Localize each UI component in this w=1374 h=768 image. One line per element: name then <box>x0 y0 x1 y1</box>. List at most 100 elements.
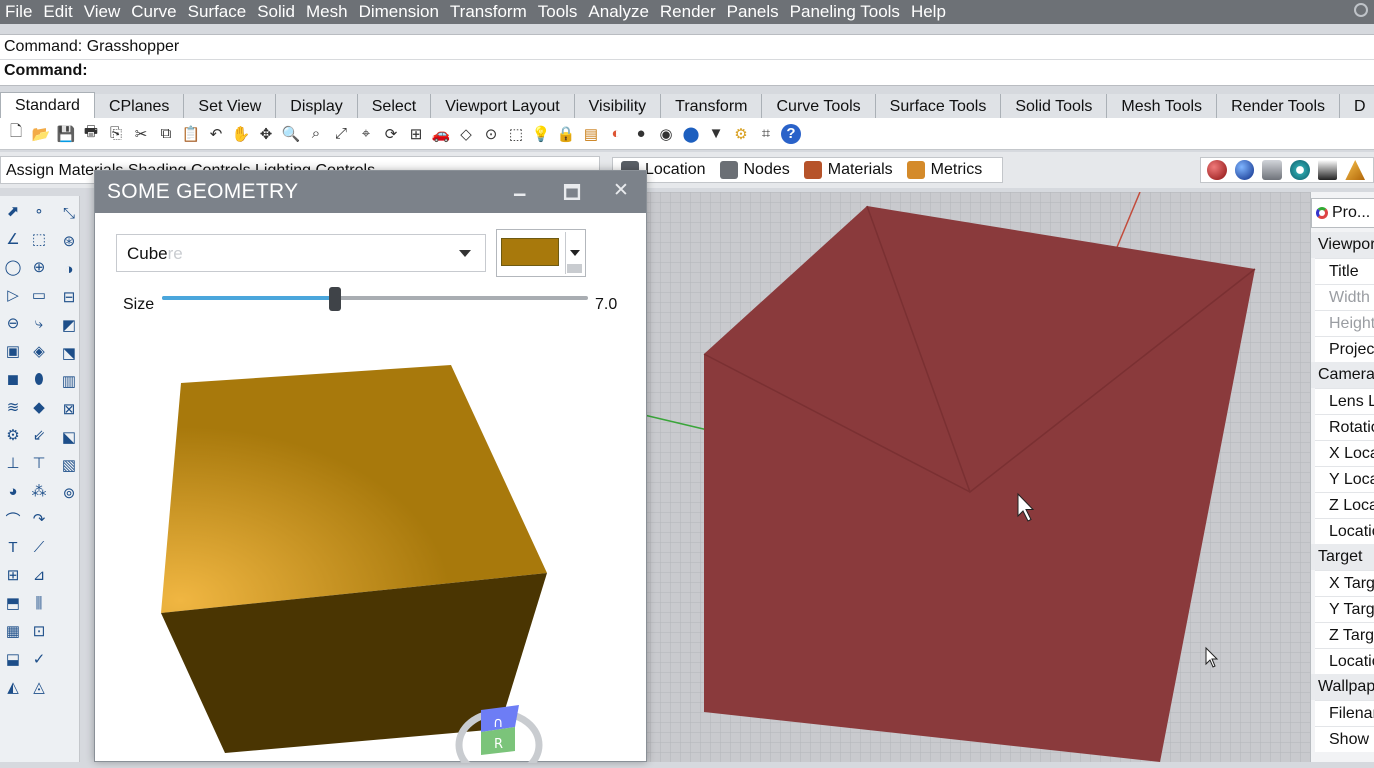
left-tool-22-icon[interactable]: ⌒ <box>2 508 24 530</box>
cone-icon[interactable] <box>1345 160 1366 180</box>
save-icon[interactable]: 💾 <box>56 124 76 144</box>
left-tool-24-icon[interactable]: T <box>2 536 24 558</box>
paste-icon[interactable]: 📋 <box>181 124 201 144</box>
property-x-target[interactable]: X Target <box>1315 570 1374 596</box>
minimize-icon[interactable]: 🗕 <box>513 179 526 211</box>
slider-thumb[interactable] <box>328 287 341 311</box>
menu-curve[interactable]: Curve <box>126 0 182 24</box>
named-view-icon[interactable]: ◇ <box>456 124 476 144</box>
left-tool-col3-10-icon[interactable]: ⊚ <box>60 482 78 504</box>
left-tool-15-icon[interactable]: ◆ <box>28 396 50 418</box>
left-tool-14-icon[interactable]: ≋ <box>2 396 24 418</box>
property-lens-length[interactable]: Lens Length <box>1315 388 1374 414</box>
menu-file[interactable]: File <box>0 0 38 24</box>
zoom-icon[interactable]: 🔍 <box>281 124 301 144</box>
zoom-extents-icon[interactable]: ⤢ <box>331 124 351 144</box>
new-file-icon[interactable]: 🗋 <box>6 123 26 144</box>
left-tool-17-icon[interactable]: ⇙ <box>28 424 50 446</box>
left-tool-32-icon[interactable]: ⬓ <box>2 648 24 670</box>
left-tool-2-icon[interactable]: ∠ <box>2 228 24 250</box>
cube-preview-viewport[interactable]: ∩ R <box>95 341 646 768</box>
menu-mesh[interactable]: Mesh <box>301 0 354 24</box>
toolbar-nodes-button[interactable]: Nodes <box>719 161 790 179</box>
undo-icon[interactable]: ↶ <box>206 124 226 144</box>
left-tool-25-icon[interactable]: ⟋ <box>28 536 50 558</box>
print-icon[interactable]: 🖶 <box>81 123 101 144</box>
left-tool-28-icon[interactable]: ⬒ <box>2 592 24 614</box>
left-tool-5-icon[interactable]: ⊕ <box>28 256 50 278</box>
left-tool-col3-6-icon[interactable]: ▥ <box>60 370 78 392</box>
left-tool-10-icon[interactable]: ▣ <box>2 340 24 362</box>
color-wheel-icon[interactable]: ◐ <box>606 124 626 144</box>
render-sphere-icon[interactable]: ⬤ <box>681 124 701 144</box>
left-tool-33-icon[interactable]: ✓ <box>28 648 50 670</box>
left-tool-col3-8-icon[interactable]: ⬕ <box>60 426 78 448</box>
property-rotation[interactable]: Rotation <box>1315 414 1374 440</box>
left-tool-35-icon[interactable]: ◬ <box>28 676 50 698</box>
left-tool-col3-3-icon[interactable]: ⊟ <box>60 286 78 308</box>
blue-sphere-icon[interactable] <box>1234 160 1255 180</box>
menu-render[interactable]: Render <box>655 0 722 24</box>
curve-points-icon[interactable]: ⌗ <box>756 124 776 144</box>
property-y-target[interactable]: Y Target <box>1315 596 1374 622</box>
left-tool-8-icon[interactable]: ⊖ <box>2 312 24 334</box>
left-tool-27-icon[interactable]: ⊿ <box>28 564 50 586</box>
rotate-view-icon[interactable]: ✥ <box>256 124 276 144</box>
search-icon[interactable] <box>1354 3 1368 17</box>
size-slider[interactable] <box>162 287 592 317</box>
property-y-location[interactable]: Y Location <box>1315 466 1374 492</box>
color-dropdown-button[interactable] <box>565 232 583 274</box>
left-tool-col3-7-icon[interactable]: ⊠ <box>60 398 78 420</box>
property-location[interactable]: Location <box>1315 648 1374 674</box>
property-show[interactable]: Show <box>1315 726 1374 752</box>
car-icon[interactable]: 🚗 <box>431 124 451 144</box>
property-x-location[interactable]: X Location <box>1315 440 1374 466</box>
left-tool-30-icon[interactable]: ▦ <box>2 620 24 642</box>
shape-dropdown[interactable]: Cubere <box>116 234 486 272</box>
menu-analyze[interactable]: Analyze <box>583 0 654 24</box>
refresh-icon[interactable]: ⟳ <box>381 124 401 144</box>
shaded-icon[interactable]: ● <box>631 124 651 144</box>
red-sphere-icon[interactable] <box>1207 160 1227 180</box>
tab-render-tools[interactable]: Render Tools <box>1217 94 1341 118</box>
property-width[interactable]: Width <box>1315 284 1374 310</box>
left-tool-1-icon[interactable]: ∘ <box>28 200 50 222</box>
layer-icon[interactable]: ▤ <box>581 124 601 144</box>
toolbar-metrics-button[interactable]: Metrics <box>906 161 982 179</box>
color-picker[interactable] <box>496 229 586 277</box>
left-tool-col3-9-icon[interactable]: ▧ <box>60 454 78 476</box>
tab-visibility[interactable]: Visibility <box>574 94 662 118</box>
left-tool-col3-1-icon[interactable]: ⊛ <box>60 230 78 252</box>
command-prompt[interactable]: Command: <box>4 62 88 80</box>
menu-edit[interactable]: Edit <box>38 0 78 24</box>
tab-curve-tools[interactable]: Curve Tools <box>762 94 876 118</box>
cut-icon[interactable]: ✂ <box>131 124 151 144</box>
menu-tools[interactable]: Tools <box>533 0 584 24</box>
tab-cplanes[interactable]: CPlanes <box>94 94 185 118</box>
left-tool-18-icon[interactable]: ⊥ <box>2 452 24 474</box>
property-z-location[interactable]: Z Location <box>1315 492 1374 518</box>
left-tool-23-icon[interactable]: ↷ <box>28 508 50 530</box>
left-tool-col3-2-icon[interactable]: ◑ <box>60 258 78 280</box>
left-tool-4-icon[interactable]: ◯ <box>2 256 24 278</box>
left-tool-0-icon[interactable]: ⬈ <box>2 200 24 222</box>
tab-surface-tools[interactable]: Surface Tools <box>875 94 1002 118</box>
left-tool-col3-0-icon[interactable]: ⤡ <box>60 202 78 224</box>
cplane-icon[interactable]: ⊙ <box>481 124 501 144</box>
viewport-layout-icon[interactable]: ⊞ <box>406 124 426 144</box>
properties-tab[interactable]: Pro... <box>1311 198 1374 228</box>
left-tool-9-icon[interactable]: ⤷ <box>28 312 50 334</box>
menu-paneling-tools[interactable]: Paneling Tools <box>785 0 906 24</box>
left-tool-3-icon[interactable]: ⬚ <box>28 228 50 250</box>
menu-panels[interactable]: Panels <box>722 0 785 24</box>
left-tool-29-icon[interactable]: ⫼ <box>28 592 50 614</box>
import-icon[interactable]: ⎘ <box>106 124 126 144</box>
left-tool-12-icon[interactable]: ◼ <box>2 368 24 390</box>
left-tool-26-icon[interactable]: ⊞ <box>2 564 24 586</box>
gear-icon[interactable]: ⚙ <box>731 124 751 144</box>
close-icon[interactable]: ✕ <box>613 179 629 202</box>
menu-view[interactable]: View <box>79 0 127 24</box>
left-tool-16-icon[interactable]: ⚙ <box>2 424 24 446</box>
cup-icon[interactable] <box>1317 160 1338 180</box>
left-tool-31-icon[interactable]: ⊡ <box>28 620 50 642</box>
